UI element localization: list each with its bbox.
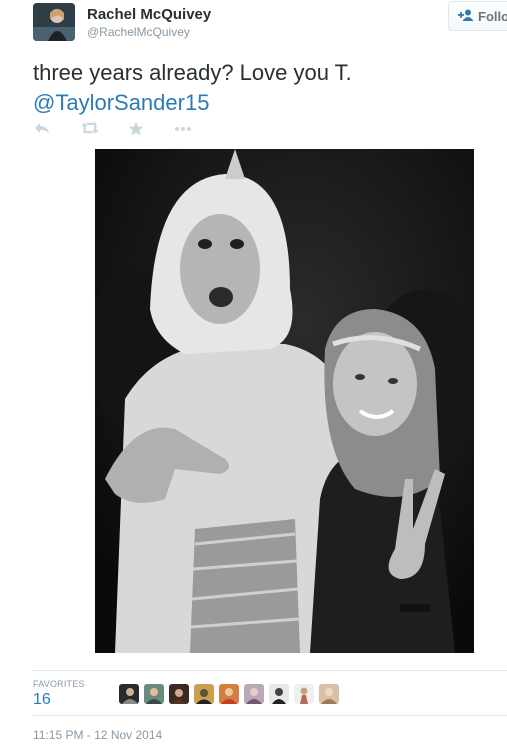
- favoriter-avatar[interactable]: [119, 684, 139, 704]
- favoriter-avatar[interactable]: [194, 684, 214, 704]
- user-handle[interactable]: @RachelMcQuivey: [87, 25, 190, 39]
- mention-link[interactable]: @TaylorSander15: [33, 88, 493, 118]
- user-avatar[interactable]: [33, 3, 75, 41]
- favoriter-avatar[interactable]: [219, 684, 239, 704]
- more-dots-icon[interactable]: [174, 121, 196, 139]
- tweet-photo[interactable]: [95, 149, 474, 653]
- favorites-count[interactable]: 16: [33, 691, 51, 709]
- reply-icon[interactable]: [34, 121, 56, 139]
- favoriter-avatar[interactable]: [269, 684, 289, 704]
- add-user-icon: [458, 9, 474, 24]
- follow-button-label: Follow: [478, 8, 507, 24]
- favoriter-avatar[interactable]: [169, 684, 189, 704]
- favoriter-avatar[interactable]: [244, 684, 264, 704]
- divider: [33, 670, 507, 671]
- favorite-star-icon[interactable]: [128, 121, 150, 139]
- tweet-timestamp[interactable]: 11:15 PM - 12 Nov 2014: [33, 728, 162, 742]
- tweet-body: three years already? Love you T.: [33, 60, 352, 85]
- divider: [33, 715, 507, 716]
- favoriters-avatars: [119, 684, 339, 704]
- user-display-name[interactable]: Rachel McQuivey: [87, 6, 211, 23]
- favoriter-avatar[interactable]: [319, 684, 339, 704]
- favoriter-avatar[interactable]: [144, 684, 164, 704]
- follow-button[interactable]: Follow: [448, 1, 507, 31]
- favorites-label: FAVORITES: [33, 679, 85, 689]
- retweet-icon[interactable]: [80, 121, 102, 139]
- tweet-text: three years already? Love you T. @Taylor…: [33, 58, 493, 118]
- favoriter-avatar[interactable]: [294, 684, 314, 704]
